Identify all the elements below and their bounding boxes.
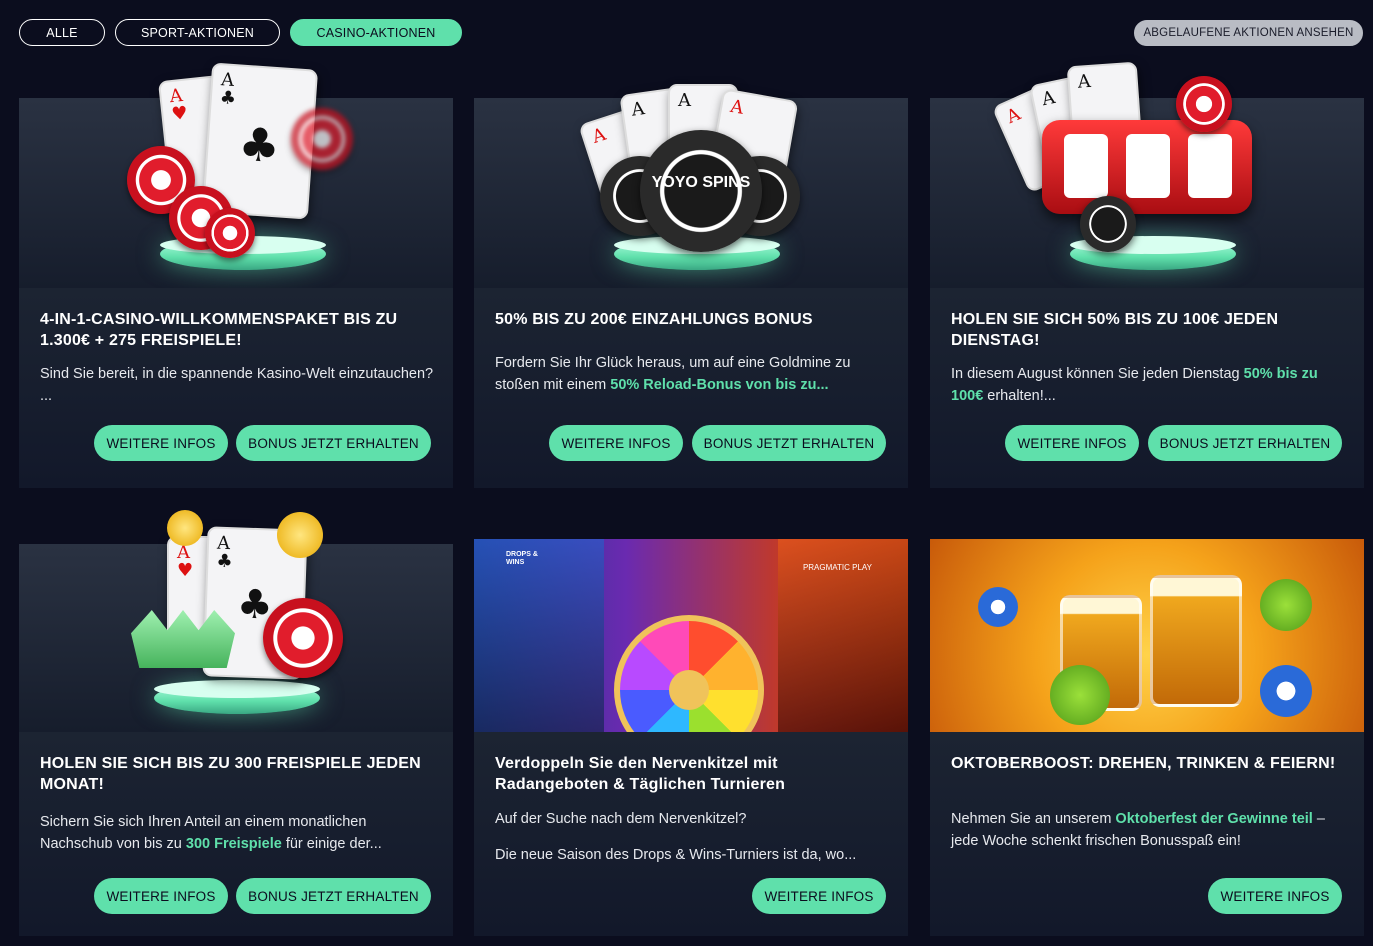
slot-machine-icon	[1042, 120, 1252, 214]
prize-wheel-icon	[614, 615, 764, 732]
claim-bonus-button[interactable]: BONUS JETZT ERHALTEN	[236, 425, 431, 461]
chip-icon	[291, 108, 353, 170]
pragmatic-play-logo: PRAGMATIC PLAY	[802, 563, 872, 572]
beer-mug-icon	[1150, 575, 1242, 707]
card-body: HOLEN SIE SICH 50% BIS ZU 100€ JEDEN DIE…	[930, 288, 1364, 488]
claim-bonus-button[interactable]: BONUS JETZT ERHALTEN	[236, 878, 431, 914]
more-info-button[interactable]: WEITERE INFOS	[1005, 425, 1139, 461]
card-title: 50% BIS ZU 200€ EINZAHLUNGS BONUS	[495, 311, 813, 328]
chip-icon	[1080, 196, 1136, 252]
more-info-button[interactable]: WEITERE INFOS	[1208, 878, 1342, 914]
card-description: Die neue Saison des Drops & Wins-Turnier…	[495, 847, 857, 863]
promo-card-oktoberfest: OKTOBERBOOST: DREHEN, TRINKEN & FEIERN! …	[930, 506, 1364, 936]
promo-card-drops-wins: DROPS & WINS PRAGMATIC PLAY Verdoppeln S…	[474, 506, 908, 936]
chip-icon	[978, 587, 1018, 627]
more-info-button[interactable]: WEITERE INFOS	[752, 878, 886, 914]
expired-promotions-button[interactable]: ABGELAUFENE AKTIONEN ANSEHEN	[1134, 20, 1363, 46]
card-description: Auf der Suche nach dem Nervenkitzel?	[495, 811, 747, 827]
yoyo-spins-chip-icon: YOYO SPINS	[640, 130, 762, 252]
card-title: Verdoppeln Sie den Nervenkitzel mit Rada…	[495, 755, 786, 793]
card-body: OKTOBERBOOST: DREHEN, TRINKEN & FEIERN! …	[930, 732, 1364, 936]
hop-icon	[1050, 665, 1110, 725]
black-chips-illustration: A A A A YOYO SPINS	[474, 60, 908, 288]
more-info-button[interactable]: WEITERE INFOS	[549, 425, 683, 461]
card-body: HOLEN SIE SICH BIS ZU 300 FREISPIELE JED…	[19, 732, 453, 936]
slot-machine-illustration: A A A	[930, 60, 1364, 288]
card-description: In diesem August können Sie jeden Dienst…	[951, 366, 1318, 404]
crown-icon	[131, 610, 235, 668]
hop-icon	[1260, 579, 1312, 631]
promo-card-free-spins: A ♥ A ♣ ♣ HOLEN SIE SICH BIS ZU 300 FREISPI…	[19, 506, 453, 936]
cards-chips-illustration: A ♥ A ♣ ♣	[19, 60, 453, 288]
oktoberfest-banner	[930, 539, 1364, 732]
chip-icon	[1176, 76, 1232, 132]
card-title: HOLEN SIE SICH 50% BIS ZU 100€ JEDEN DIE…	[951, 311, 1279, 349]
gold-coin-icon	[167, 510, 203, 546]
promo-card-welcome: A ♥ A ♣ ♣ 4-IN-1-CASINO-WILLKOMMENSPAKET BI…	[19, 60, 453, 488]
card-description: Sichern Sie sich Ihren Anteil an einem m…	[40, 814, 382, 852]
card-description: Nehmen Sie an unserem Oktoberfest der Ge…	[951, 811, 1325, 849]
chip-icon	[205, 208, 255, 258]
card-title: 4-IN-1-CASINO-WILLKOMMENSPAKET BIS ZU 1.…	[40, 311, 398, 349]
drops-wins-banner: DROPS & WINS PRAGMATIC PLAY	[474, 539, 908, 732]
claim-bonus-button[interactable]: BONUS JETZT ERHALTEN	[1148, 425, 1342, 461]
card-description: Sind Sie bereit, in die spannende Kasino…	[40, 366, 434, 404]
more-info-button[interactable]: WEITERE INFOS	[94, 878, 228, 914]
promo-card-deposit-bonus: A A A A YOYO SPINS 50% BIS ZU 200€ EINZA…	[474, 60, 908, 488]
filter-bar: ALLE SPORT-AKTIONEN CASINO-AKTIONEN ABGE…	[0, 0, 1373, 64]
more-info-button[interactable]: WEITERE INFOS	[94, 425, 228, 461]
card-body: 4-IN-1-CASINO-WILLKOMMENSPAKET BIS ZU 1.…	[19, 288, 453, 488]
crown-cards-illustration: A ♥ A ♣ ♣	[19, 506, 453, 732]
gold-coin-icon	[277, 512, 323, 558]
filter-sport-button[interactable]: SPORT-AKTIONEN	[115, 19, 280, 46]
filter-all-button[interactable]: ALLE	[19, 19, 105, 46]
drops-wins-logo: DROPS & WINS	[506, 551, 538, 566]
claim-bonus-button[interactable]: BONUS JETZT ERHALTEN	[692, 425, 886, 461]
card-body: Verdoppeln Sie den Nervenkitzel mit Rada…	[474, 732, 908, 936]
card-description: Fordern Sie Ihr Glück heraus, um auf ein…	[495, 355, 851, 393]
card-title: OKTOBERBOOST: DREHEN, TRINKEN & FEIERN!	[951, 755, 1336, 772]
card-title: HOLEN SIE SICH BIS ZU 300 FREISPIELE JED…	[40, 755, 421, 793]
yoyo-spins-chip-icon	[263, 598, 343, 678]
filter-casino-button[interactable]: CASINO-AKTIONEN	[290, 19, 462, 46]
card-body: 50% BIS ZU 200€ EINZAHLUNGS BONUS Forder…	[474, 288, 908, 488]
promo-card-tuesday: A A A HOLEN SIE SICH 50% BIS ZU 100€ JED…	[930, 60, 1364, 488]
chip-icon	[1260, 665, 1312, 717]
